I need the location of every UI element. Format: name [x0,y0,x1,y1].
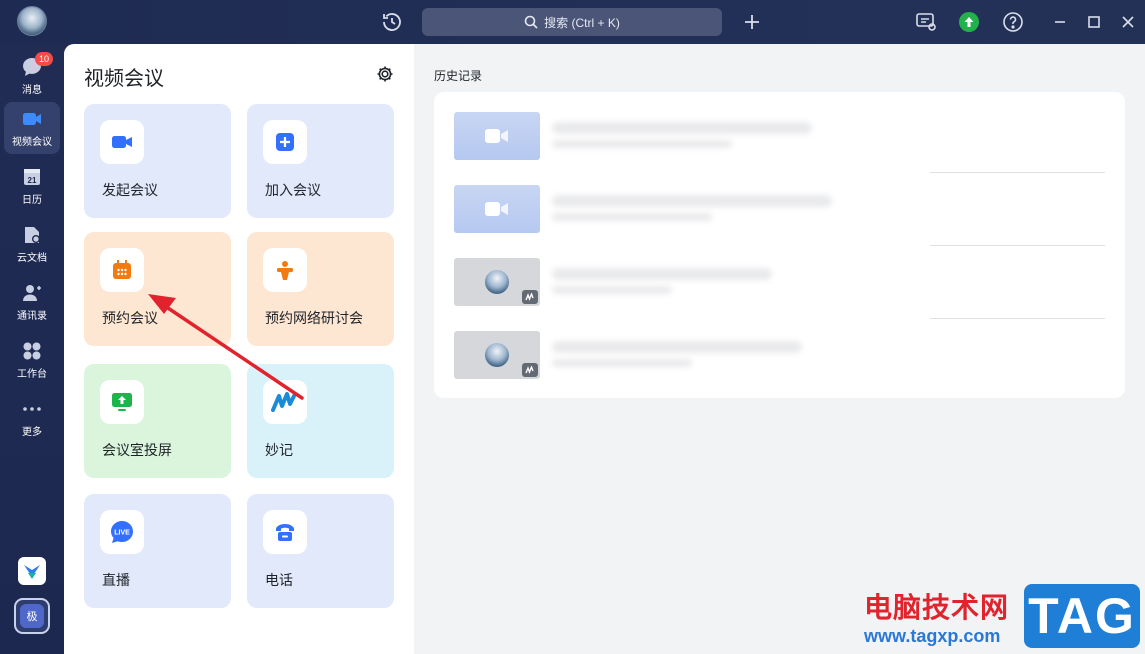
card-label: 加入会议 [265,182,321,198]
nav-item-calendar[interactable]: 21 日历 [4,160,60,212]
schedule-meeting-icon [100,248,144,292]
history-area: 历史记录 [414,44,1145,654]
search-placeholder: 搜索 (Ctrl + K) [544,15,620,30]
contacts-icon [21,282,43,304]
workspace-initial: 极 [20,604,44,628]
help-icon[interactable] [1001,10,1025,34]
schedule-meeting-card[interactable]: 预约会议 [84,232,231,346]
blurred-title [552,122,812,134]
nav-label: 通讯录 [17,311,47,322]
history-title: 历史记录 [434,69,483,83]
card-label: 直播 [102,572,130,588]
maximize-icon[interactable] [1082,10,1106,34]
nav-label: 云文档 [17,253,47,264]
history-row[interactable] [434,92,1125,173]
participant-avatar [485,270,509,294]
phone-card[interactable]: 电话 [247,494,394,608]
message-icon: 10 [21,52,53,78]
nav-item-contacts[interactable]: 通讯录 [4,276,60,328]
nav-label: 日历 [22,195,42,206]
blurred-subtitle [552,359,692,367]
settings-icon[interactable] [375,64,395,84]
page-title: 视频会议 [84,68,164,90]
nav-label: 更多 [22,427,42,438]
title-bar: 搜索 (Ctrl + K) [0,0,1145,44]
watermark-site-name: 电脑技术网 [864,591,1010,624]
blurred-title [552,341,802,353]
video-meeting-panel: 视频会议 发起会议 加入会议 预约会议 预约网络研讨会 会议室投屏 妙记 LIV… [64,44,414,654]
history-icon[interactable] [380,10,404,34]
start-meeting-icon [100,120,144,164]
workbench-icon [21,340,43,362]
video-meeting-icon [21,108,43,130]
history-row[interactable] [434,165,1125,246]
card-label: 妙记 [265,442,293,458]
workspace-switcher[interactable]: 极 [14,598,50,634]
nav-item-more[interactable]: 更多 [4,392,60,444]
meeting-thumbnail [454,258,540,306]
card-label: 会议室投屏 [102,442,172,458]
blurred-title [552,195,832,207]
video-camera-icon [485,202,508,216]
join-meeting-icon [263,120,307,164]
calendar-icon: 21 [21,166,43,188]
upgrade-icon[interactable] [959,12,979,32]
blurred-title [552,268,772,280]
schedule-webinar-card[interactable]: 预约网络研讨会 [247,232,394,346]
meeting-thumbnail [454,185,540,233]
close-icon[interactable] [1116,10,1140,34]
participant-avatar [485,343,509,367]
screen-cast-card[interactable]: 会议室投屏 [84,364,231,478]
blurred-subtitle [552,140,732,148]
add-icon[interactable] [740,10,764,34]
card-label: 预约网络研讨会 [265,310,363,326]
meeting-thumbnail [454,331,540,379]
nav-label: 消息 [22,85,42,96]
live-icon: LIVE [100,510,144,554]
watermark-logo: TAG [1024,584,1140,648]
start-meeting-card[interactable]: 发起会议 [84,104,231,218]
blurred-subtitle [552,286,672,294]
mini-app-icon[interactable] [18,557,46,585]
minutes-icon [263,380,307,424]
search-input[interactable]: 搜索 (Ctrl + K) [422,8,722,36]
unread-badge: 10 [35,52,53,66]
meeting-thumbnail [454,112,540,160]
search-icon [524,15,538,29]
nav-item-cloud-docs[interactable]: 云文档 [4,218,60,270]
history-list [434,92,1125,398]
minutes-card[interactable]: 妙记 [247,364,394,478]
screen-cast-icon [100,380,144,424]
phone-icon [263,510,307,554]
card-label: 发起会议 [102,182,158,198]
more-icon [21,398,43,420]
minutes-badge-icon [522,363,538,377]
calendar-date: 21 [28,176,37,185]
live-card[interactable]: LIVE 直播 [84,494,231,608]
blurred-subtitle [552,213,712,221]
join-meeting-card[interactable]: 加入会议 [247,104,394,218]
video-camera-icon [485,129,508,143]
svg-text:LIVE: LIVE [114,530,130,537]
nav-item-workbench[interactable]: 工作台 [4,334,60,386]
nav-label: 视频会议 [12,137,52,148]
webinar-icon [263,248,307,292]
cloud-doc-icon [21,224,43,246]
history-row[interactable] [434,311,1125,384]
watermark-url: www.tagxp.com [864,626,1001,646]
nav-item-messages[interactable]: 10 消息 [4,50,60,102]
nav-label: 工作台 [17,369,47,380]
user-avatar[interactable] [17,6,47,36]
nav-item-video-meeting[interactable]: 视频会议 [4,102,60,154]
minimize-icon[interactable] [1048,10,1072,34]
minutes-badge-icon [522,290,538,304]
card-label: 预约会议 [102,310,158,326]
notification-settings-icon[interactable] [914,10,938,34]
history-row[interactable] [434,238,1125,319]
card-label: 电话 [265,572,293,588]
